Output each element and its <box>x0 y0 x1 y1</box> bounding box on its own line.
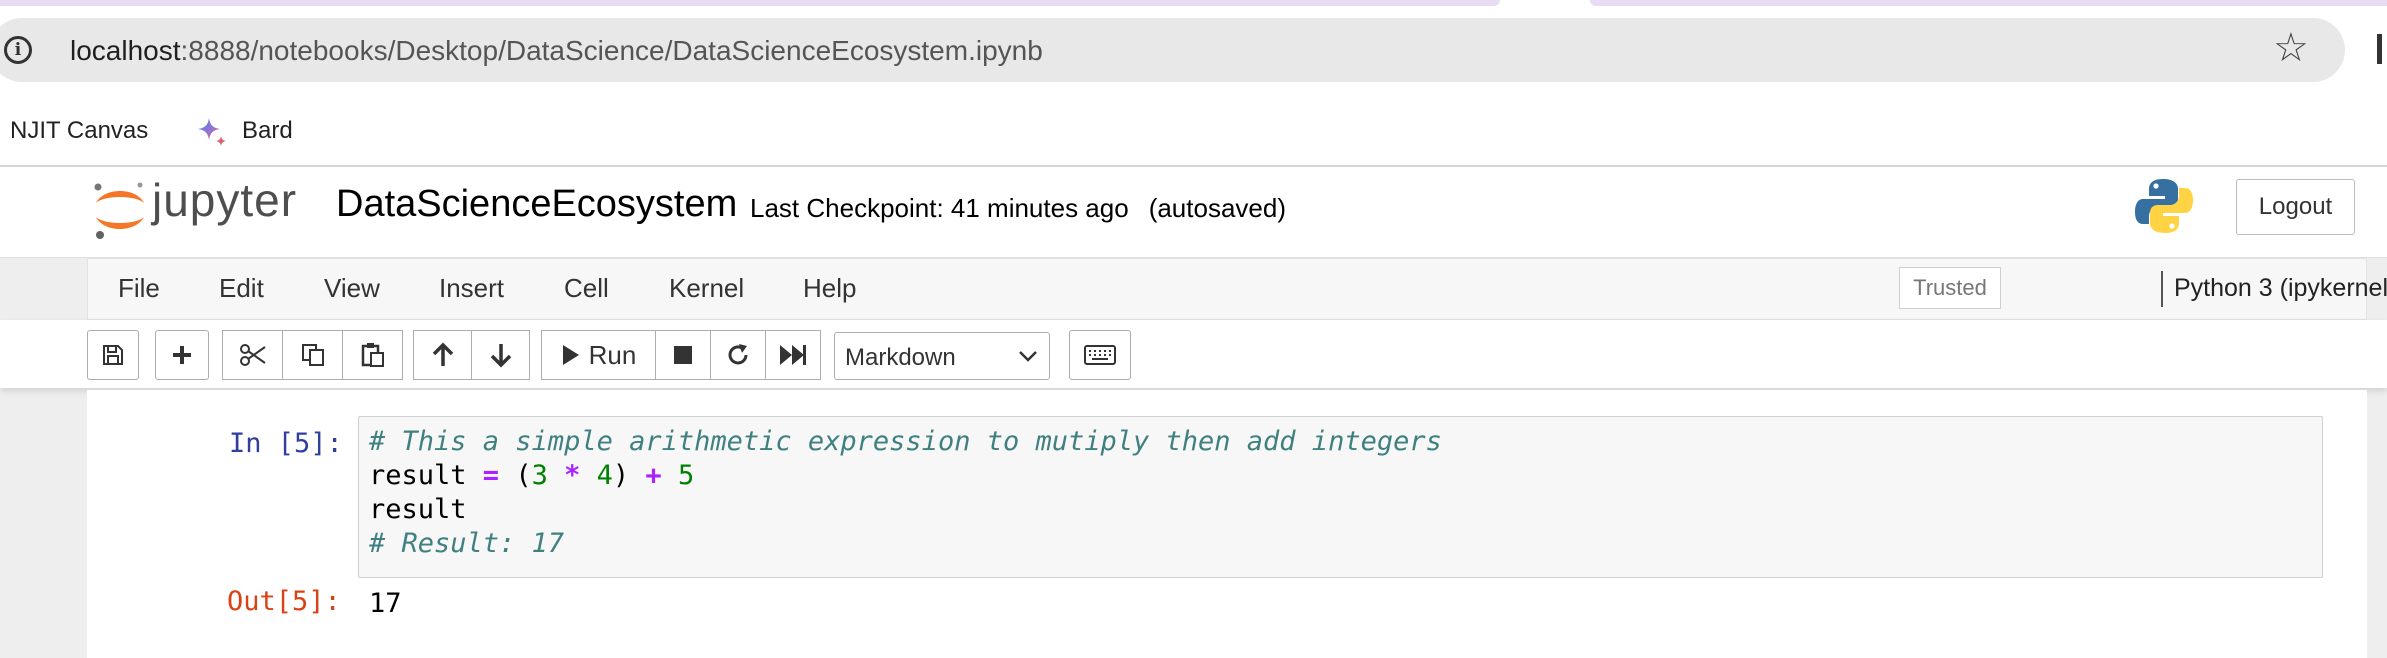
logout-button[interactable]: Logout <box>2236 179 2355 235</box>
arrow-down-icon <box>490 344 511 368</box>
notebook-container: In [5]: # This a simple arithmetic expre… <box>87 390 2367 658</box>
save-button[interactable] <box>87 330 139 380</box>
cell-type-select[interactable]: Markdown <box>834 332 1050 380</box>
paste-button[interactable] <box>342 330 403 380</box>
url-text[interactable]: localhost:8888/notebooks/Desktop/DataSci… <box>70 35 1043 67</box>
copy-button[interactable] <box>282 330 343 380</box>
restart-button[interactable] <box>710 330 766 380</box>
menu-help[interactable]: Help <box>803 273 856 304</box>
jupyter-logo-icon[interactable] <box>90 179 150 241</box>
interrupt-button[interactable] <box>655 330 711 380</box>
cell-output: 17 <box>369 588 402 619</box>
menu-bar: File Edit View Insert Cell Kernel Help T… <box>87 258 2387 320</box>
restart-run-all-button[interactable] <box>765 330 821 380</box>
browser-chrome: i localhost:8888/notebooks/Desktop/DataS… <box>0 6 2387 167</box>
cut-icon <box>239 344 266 366</box>
info-icon[interactable]: i <box>4 36 32 64</box>
python-logo-icon <box>2135 179 2193 233</box>
paste-icon <box>361 343 384 367</box>
stop-icon <box>674 346 692 364</box>
copy-icon <box>301 344 324 366</box>
menu-insert[interactable]: Insert <box>439 273 504 304</box>
notebook-name[interactable]: DataScienceEcosystem <box>336 183 737 226</box>
keyboard-icon <box>1084 345 1116 365</box>
bookmark-njit-canvas[interactable]: NJIT Canvas <box>10 106 148 156</box>
menu-view[interactable]: View <box>324 273 380 304</box>
run-icon <box>562 345 579 365</box>
bard-sparkle-icon <box>198 118 226 146</box>
kernel-separator <box>2161 271 2163 307</box>
checkpoint-status: Last Checkpoint: 41 minutes ago (autosave… <box>750 193 1286 223</box>
menu-file[interactable]: File <box>118 273 160 304</box>
menu-edit[interactable]: Edit <box>219 273 264 304</box>
restart-icon <box>728 344 748 365</box>
menu-cell[interactable]: Cell <box>564 273 609 304</box>
code-editor[interactable]: # This a simple arithmetic expression to… <box>369 425 1442 561</box>
arrow-up-icon <box>432 342 453 366</box>
fast-forward-icon <box>780 345 806 365</box>
move-down-button[interactable] <box>471 330 530 380</box>
save-icon <box>103 345 123 365</box>
chevron-down-icon <box>1019 351 1037 362</box>
bookmark-bard[interactable]: Bard <box>242 106 293 156</box>
plus-icon <box>173 346 191 364</box>
extensions-icon[interactable] <box>2377 34 2387 64</box>
input-prompt: In [5]: <box>229 428 343 459</box>
insert-cell-button[interactable] <box>155 330 209 380</box>
jupyter-logo-text: jupyter <box>152 174 298 226</box>
address-bar[interactable]: i localhost:8888/notebooks/Desktop/DataS… <box>0 18 2345 82</box>
output-prompt: Out[5]: <box>227 586 341 617</box>
bookmark-star-icon[interactable]: ☆ <box>2273 28 2309 68</box>
command-palette-button[interactable] <box>1069 330 1131 380</box>
cut-button[interactable] <box>222 330 283 380</box>
run-button[interactable]: Run <box>541 330 656 380</box>
move-up-button[interactable] <box>413 330 472 380</box>
menu-kernel[interactable]: Kernel <box>669 273 744 304</box>
jupyter-header: jupyter DataScienceEcosystem Last Checkp… <box>0 167 2387 258</box>
code-cell-input[interactable]: # This a simple arithmetic expression to… <box>358 416 2323 578</box>
trusted-indicator[interactable]: Trusted <box>1899 267 2001 309</box>
notebook-toolbar: Run Markdown <box>0 320 2387 388</box>
kernel-name[interactable]: Python 3 (ipykernel) <box>2174 274 2387 303</box>
